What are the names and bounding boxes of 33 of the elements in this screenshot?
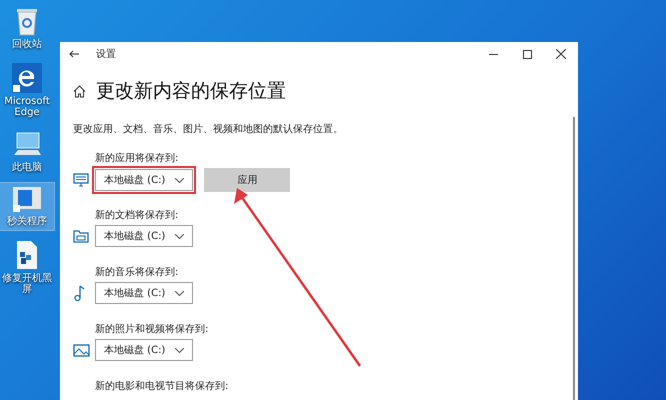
window-title: 设置 (96, 48, 117, 61)
picture-icon (73, 344, 90, 356)
page-heading: 更改新内容的保存位置 (96, 79, 286, 104)
desktop-shortcut[interactable]: 修复开机黑屏 (0, 238, 54, 298)
chevron-down-icon (175, 178, 184, 182)
setting-label: 新的照片和视频将保存到: (95, 322, 210, 336)
app-window-icon (12, 185, 42, 213)
desktop-shortcut[interactable]: 此电脑 (0, 128, 54, 175)
page-description: 更改应用、文档、音乐、图片、视频和地图的默认保存位置。 (73, 122, 344, 136)
setting-label: 新的音乐将保存到: (95, 266, 180, 279)
drive-dropdown[interactable]: 本地磁盘 (C:) (95, 339, 194, 361)
back-arrow-icon (69, 50, 79, 58)
close-icon (556, 49, 566, 59)
recycle-bin-icon (14, 6, 40, 36)
music-note-icon (73, 284, 85, 302)
setting-label: 新的应用将保存到: (95, 152, 180, 165)
maximize-icon (522, 50, 532, 58)
home-icon[interactable] (73, 84, 86, 98)
chevron-down-icon (175, 348, 184, 352)
file-icon (15, 240, 39, 270)
apply-button[interactable]: 应用 (204, 168, 290, 192)
drive-dropdown[interactable]: 本地磁盘 (C:) (95, 169, 194, 191)
desktop-shortcut[interactable]: Microsoft Edge (0, 60, 54, 120)
drive-dropdown[interactable]: 本地磁盘 (C:) (95, 225, 194, 247)
folder-icon (73, 229, 89, 243)
monitor-icon (73, 173, 89, 187)
browser-icon (12, 62, 42, 92)
desktop-shortcut[interactable]: 回收站 (0, 4, 54, 52)
chevron-down-icon (175, 234, 184, 238)
chevron-down-icon (175, 290, 184, 296)
setting-label: 新的电影和电视节目将保存到: (95, 380, 230, 393)
drive-dropdown[interactable]: 本地磁盘 (C:) (95, 282, 194, 304)
setting-label: 新的文档将保存到: (95, 208, 180, 222)
